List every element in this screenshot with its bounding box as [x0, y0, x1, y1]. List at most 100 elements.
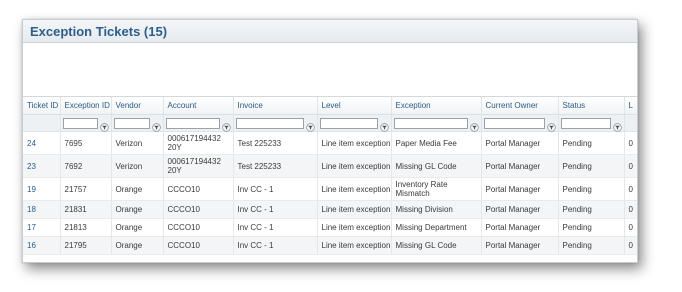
filter-cell-ticket-id: [23, 114, 61, 132]
column-header-ticket-id[interactable]: Ticket ID: [23, 97, 61, 115]
cell-ticket-id[interactable]: 23: [23, 154, 61, 178]
cell-extra: 0: [624, 218, 637, 237]
cell-status: Pending: [558, 200, 625, 219]
cell-invoice: Test 225233: [233, 154, 318, 178]
cell-invoice: Inv CC - 1: [233, 200, 318, 219]
filter-input-vendor[interactable]: [113, 117, 150, 129]
cell-exception: Paper Media Fee: [391, 131, 482, 155]
filter-icon[interactable]: [379, 119, 389, 132]
cell-ticket-id[interactable]: 19: [23, 177, 61, 201]
filter-cell-current-owner: [481, 114, 559, 132]
cell-status: Pending: [558, 218, 625, 237]
ticket-id-link[interactable]: 16: [27, 241, 36, 250]
filter-icon[interactable]: [221, 119, 231, 132]
filter-icon[interactable]: [305, 119, 315, 132]
ticket-id-link[interactable]: 17: [27, 223, 36, 232]
filter-input-exception-id[interactable]: [62, 117, 98, 129]
filter-icon[interactable]: [612, 119, 622, 132]
filter-icon[interactable]: [151, 119, 161, 132]
table-row[interactable]: 19 21757 Orange CCCO10 Inv CC - 1 Line item e…: [23, 177, 637, 201]
filter-input-account[interactable]: [165, 117, 220, 129]
cell-account: CCCO10: [163, 218, 234, 237]
filter-cell-exception: [391, 114, 482, 132]
filter-input-current-owner[interactable]: [483, 117, 545, 129]
filter-icon[interactable]: [546, 119, 556, 132]
cell-vendor: Orange: [111, 177, 164, 201]
filter-icon[interactable]: [469, 119, 479, 132]
cell-level: Line item exception: [317, 200, 392, 219]
table-row[interactable]: 16 21795 Orange CCCO10 Inv CC - 1 Line item e…: [23, 236, 637, 255]
ticket-id-link[interactable]: 24: [27, 139, 36, 148]
filter-control: [165, 117, 233, 132]
filter-control: [235, 117, 317, 132]
column-header-exception[interactable]: Exception: [391, 97, 482, 115]
cell-ticket-id[interactable]: 17: [23, 218, 61, 237]
filter-input-status[interactable]: [560, 117, 611, 129]
cell-account: CCCO10: [163, 200, 234, 219]
cell-ticket-id[interactable]: 24: [23, 131, 61, 155]
cell-exception: Missing Division: [391, 200, 482, 219]
panel-header: Exception Tickets (15): [23, 20, 637, 43]
column-header-extra[interactable]: L: [624, 97, 637, 115]
cell-ticket-id[interactable]: 16: [23, 236, 61, 255]
column-header-account[interactable]: Account: [163, 97, 234, 115]
filter-control: [62, 117, 111, 132]
cell-current-owner: Portal Manager: [481, 218, 559, 237]
cell-exception-id: 21813: [60, 218, 112, 237]
cell-status: Pending: [558, 131, 625, 155]
cell-extra: 0: [624, 200, 637, 219]
filter-cell-invoice: [233, 114, 318, 132]
cell-account: CCCO10: [163, 236, 234, 255]
cell-exception-id: 21757: [60, 177, 112, 201]
column-header-invoice[interactable]: Invoice: [233, 97, 318, 115]
table-row[interactable]: 24 7695 Verizon 000617194432 20Y Test 225233…: [23, 131, 637, 155]
cell-status: Pending: [558, 236, 625, 255]
cell-extra: 0: [624, 236, 637, 255]
cell-ticket-id[interactable]: 18: [23, 200, 61, 219]
toolbar-area: [23, 43, 637, 97]
filter-cell-status: [558, 114, 625, 132]
cell-current-owner: Portal Manager: [481, 236, 559, 255]
cell-invoice: Inv CC - 1: [233, 236, 318, 255]
ticket-id-link[interactable]: 18: [27, 205, 36, 214]
cell-current-owner: Portal Manager: [481, 131, 559, 155]
cell-current-owner: Portal Manager: [481, 200, 559, 219]
column-header-level[interactable]: Level: [317, 97, 392, 115]
column-header-exception-id[interactable]: Exception ID: [60, 97, 112, 115]
table-row[interactable]: 18 21831 Orange CCCO10 Inv CC - 1 Line item e…: [23, 200, 637, 219]
table-row[interactable]: 23 7692 Verizon 000617194432 20Y Test 225233…: [23, 154, 637, 178]
column-header-current-owner[interactable]: Current Owner: [481, 97, 559, 115]
column-header-vendor[interactable]: Vendor: [111, 97, 164, 115]
ticket-id-link[interactable]: 19: [27, 185, 36, 194]
cell-vendor: Orange: [111, 200, 164, 219]
cell-exception: Missing GL Code: [391, 154, 482, 178]
filter-cell-exception-id: [60, 114, 112, 132]
column-header-status[interactable]: Status: [558, 97, 625, 115]
cell-vendor: Verizon: [111, 154, 164, 178]
ticket-id-link[interactable]: 23: [27, 162, 36, 171]
cell-level: Line item exception: [317, 236, 392, 255]
filter-input-invoice[interactable]: [235, 117, 304, 129]
table-row[interactable]: 17 21813 Orange CCCO10 Inv CC - 1 Line item e…: [23, 218, 637, 237]
filter-row: [23, 114, 637, 132]
filter-control: [483, 117, 558, 132]
exception-tickets-panel: Exception Tickets (15) Ticket ID Exceptio…: [22, 19, 638, 263]
cell-account: CCCO10: [163, 177, 234, 201]
cell-level: Line item exception: [317, 218, 392, 237]
cell-exception: Missing Department: [391, 218, 482, 237]
grid-body: 24 7695 Verizon 000617194432 20Y Test 225233…: [23, 131, 637, 255]
cell-current-owner: Portal Manager: [481, 177, 559, 201]
cell-invoice: Test 225233: [233, 131, 318, 155]
cell-status: Pending: [558, 177, 625, 201]
cell-exception-id: 21831: [60, 200, 112, 219]
filter-cell-level: [317, 114, 392, 132]
cell-status: Pending: [558, 154, 625, 178]
grid-header-row: Ticket ID Exception ID Vendor Account Invoic…: [23, 97, 637, 115]
cell-exception: Missing GL Code: [391, 236, 482, 255]
cell-invoice: Inv CC - 1: [233, 218, 318, 237]
filter-input-level[interactable]: [319, 117, 378, 129]
filter-input-exception[interactable]: [393, 117, 468, 129]
filter-cell-extra: [624, 114, 637, 132]
filter-icon[interactable]: [99, 119, 109, 132]
cell-exception-id: 21795: [60, 236, 112, 255]
